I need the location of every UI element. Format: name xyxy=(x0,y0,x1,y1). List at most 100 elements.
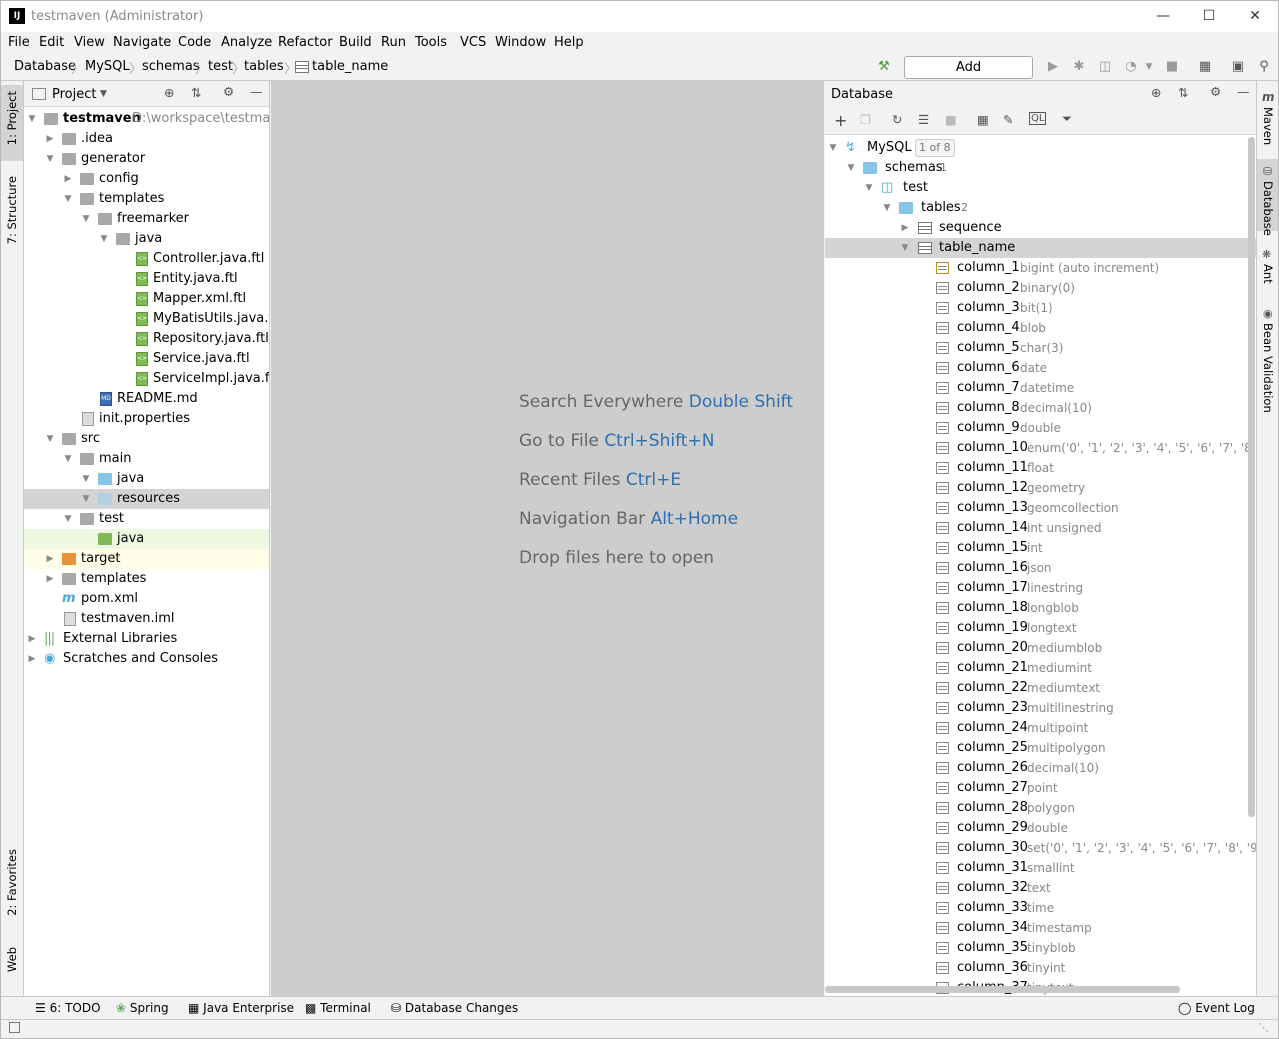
db-column-row[interactable]: column_36 tinyint xyxy=(825,958,1256,978)
project-view-selector[interactable]: Project xyxy=(52,87,96,102)
table-view-icon[interactable]: ▦ xyxy=(977,112,989,127)
tab-structure[interactable]: 7: Structure xyxy=(5,176,19,244)
chevron-down-icon[interactable]: ▼ xyxy=(881,198,893,218)
db-column-row[interactable]: column_8 decimal(10) xyxy=(825,398,1256,418)
close-button[interactable]: ✕ xyxy=(1232,1,1278,32)
refresh-icon[interactable]: ↻ xyxy=(892,112,902,127)
db-column-row[interactable]: column_5 char(3) xyxy=(825,338,1256,358)
tree-item[interactable]: m pom.xml xyxy=(24,589,269,609)
db-column-row[interactable]: column_4 blob xyxy=(825,318,1256,338)
menu-analyze[interactable]: Analyze xyxy=(221,35,272,50)
tree-item[interactable]: <> ServiceImpl.java.ftl xyxy=(24,369,269,389)
edit-icon[interactable]: ✎ xyxy=(1003,112,1013,127)
chevron-down-icon[interactable]: ▼ xyxy=(80,209,92,229)
hide-panel-icon[interactable]: — xyxy=(250,84,263,99)
tree-item[interactable]: ▶ ◉ Scratches and Consoles xyxy=(24,649,269,669)
db-column-row[interactable]: column_10 enum('0', '1', '2', '3', '4', '… xyxy=(825,438,1256,458)
tree-item[interactable]: ▼ java xyxy=(24,469,269,489)
chevron-down-icon[interactable]: ▼ xyxy=(863,178,875,198)
collapse-all-icon[interactable]: ⇅ xyxy=(191,85,201,100)
chevron-down-icon[interactable]: ▼ xyxy=(845,158,857,178)
menu-refactor[interactable]: Refactor xyxy=(278,35,333,50)
event-log-button[interactable]: ◯ Event Log xyxy=(1178,1001,1255,1015)
horizontal-scrollbar[interactable] xyxy=(825,986,1180,993)
tree-item[interactable]: ▶ config xyxy=(24,169,269,189)
chevron-down-icon[interactable]: ▼ xyxy=(1140,58,1158,76)
tree-item[interactable]: MD README.md xyxy=(24,389,269,409)
db-column-row[interactable]: column_9 double xyxy=(825,418,1256,438)
menu-edit[interactable]: Edit xyxy=(39,35,64,50)
db-column-row[interactable]: column_16 json xyxy=(825,558,1256,578)
debug-icon[interactable]: ✱ xyxy=(1070,58,1088,76)
tree-item[interactable]: ▼ freemarker xyxy=(24,209,269,229)
chevron-down-icon[interactable]: ▼ xyxy=(62,449,74,469)
chevron-down-icon[interactable]: ▼ xyxy=(62,189,74,209)
chevron-down-icon[interactable]: ▼ xyxy=(80,469,92,489)
maximize-button[interactable]: ☐ xyxy=(1186,1,1232,32)
menu-run[interactable]: Run xyxy=(381,35,406,50)
chevron-right-icon[interactable]: ▶ xyxy=(44,549,56,569)
resize-grip-icon[interactable]: ⋱ xyxy=(1258,1021,1269,1034)
tree-item[interactable]: ▼ java xyxy=(24,229,269,249)
minimize-button[interactable]: — xyxy=(1140,1,1186,32)
copy-icon[interactable]: ❐ xyxy=(860,112,871,127)
menu-tools[interactable]: Tools xyxy=(415,35,447,50)
tree-item[interactable]: ▶ .idea xyxy=(24,129,269,149)
chevron-down-icon[interactable]: ▼ xyxy=(44,149,56,169)
tab-favorites[interactable]: 2: Favorites xyxy=(5,849,19,916)
db-column-row[interactable]: column_15 int xyxy=(825,538,1256,558)
tree-item[interactable]: ▼ generator xyxy=(24,149,269,169)
chevron-down-icon[interactable]: ▼ xyxy=(44,429,56,449)
tree-item[interactable]: ▼ test xyxy=(24,509,269,529)
db-column-row[interactable]: column_28 polygon xyxy=(825,798,1256,818)
db-column-row[interactable]: column_11 float xyxy=(825,458,1256,478)
chevron-down-icon[interactable]: ▼ xyxy=(98,229,110,249)
db-tree-mysql[interactable]: ▼ ↯ MySQL 1 of 8 xyxy=(825,138,1256,158)
tree-item[interactable]: <> Service.java.ftl xyxy=(24,349,269,369)
editor-area[interactable]: Search Everywhere Double Shift Go to Fil… xyxy=(271,81,824,996)
chevron-down-icon[interactable]: ▼ xyxy=(100,89,107,99)
tree-item[interactable]: ▶ templates xyxy=(24,569,269,589)
chevron-right-icon[interactable]: ▶ xyxy=(62,169,74,189)
tree-item[interactable]: testmaven.iml xyxy=(24,609,269,629)
chevron-down-icon[interactable]: ▼ xyxy=(899,238,911,258)
db-tree-table-table-name[interactable]: ▼ table_name xyxy=(825,238,1256,258)
tab-project[interactable]: 1: Project xyxy=(5,91,19,145)
presentation-icon[interactable]: ▣ xyxy=(1229,58,1247,76)
tab-database[interactable]: Database xyxy=(1261,181,1275,236)
db-column-row[interactable]: column_22 mediumtext xyxy=(825,678,1256,698)
tab-database-changes[interactable]: ⛁ Database Changes xyxy=(391,1001,518,1015)
schema-sync-icon[interactable]: ☰ xyxy=(918,112,929,127)
db-column-row[interactable]: column_35 tinyblob xyxy=(825,938,1256,958)
db-column-row[interactable]: column_32 text xyxy=(825,878,1256,898)
db-column-row[interactable]: column_13 geomcollection xyxy=(825,498,1256,518)
hide-panel-icon[interactable]: — xyxy=(1237,84,1250,99)
db-column-row[interactable]: column_27 point xyxy=(825,778,1256,798)
tab-ant[interactable]: Ant xyxy=(1261,264,1275,284)
db-column-row[interactable]: column_7 datetime xyxy=(825,378,1256,398)
locate-icon[interactable]: ⊕ xyxy=(1151,85,1161,100)
stop-icon[interactable]: ■ xyxy=(1163,58,1181,76)
db-column-row[interactable]: column_3 bit(1) xyxy=(825,298,1256,318)
stop-icon[interactable]: ■ xyxy=(945,112,957,127)
chevron-right-icon[interactable]: ▶ xyxy=(44,129,56,149)
chevron-right-icon[interactable]: ▶ xyxy=(26,629,38,649)
tree-item[interactable]: <> Mapper.xml.ftl xyxy=(24,289,269,309)
tab-spring[interactable]: ❀ Spring xyxy=(116,1001,169,1015)
locate-icon[interactable]: ⊕ xyxy=(164,85,174,100)
tree-item[interactable]: <> Controller.java.ftl xyxy=(24,249,269,269)
db-column-row[interactable]: column_19 longtext xyxy=(825,618,1256,638)
db-column-row[interactable]: column_31 smallint xyxy=(825,858,1256,878)
chevron-down-icon[interactable]: ▼ xyxy=(62,509,74,529)
tree-item[interactable]: <> Entity.java.ftl xyxy=(24,269,269,289)
db-column-row[interactable]: column_29 double xyxy=(825,818,1256,838)
run-icon[interactable]: ▶ xyxy=(1044,58,1062,76)
chevron-right-icon[interactable]: ▶ xyxy=(899,218,911,238)
db-column-row[interactable]: column_20 mediumblob xyxy=(825,638,1256,658)
chevron-down-icon[interactable]: ▼ xyxy=(26,109,38,129)
gear-icon[interactable]: ⚙ xyxy=(223,84,234,99)
db-tree-table-sequence[interactable]: ▶ sequence xyxy=(825,218,1256,238)
db-column-row[interactable]: column_30 set('0', '1', '2', '3', '4', '5… xyxy=(825,838,1256,858)
breadcrumb-test[interactable]: test xyxy=(208,59,233,74)
db-column-row[interactable]: column_25 multipolygon xyxy=(825,738,1256,758)
